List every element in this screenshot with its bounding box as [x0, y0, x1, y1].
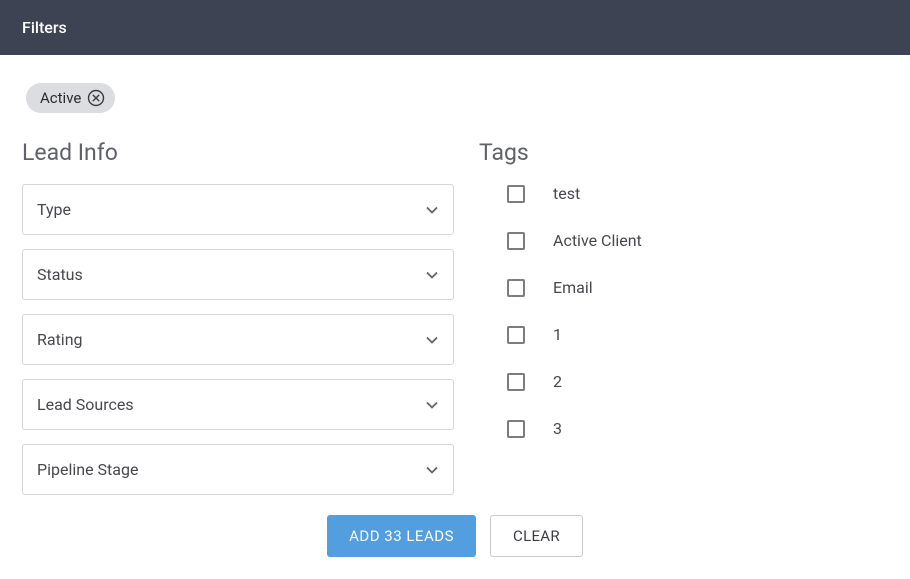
actions-bar: ADD 33 LEADS CLEAR: [22, 515, 888, 557]
tag-row-active-client: Active Client: [479, 231, 888, 250]
tag-label: 1: [553, 325, 562, 344]
dropdown-lead-sources[interactable]: Lead Sources: [22, 379, 454, 430]
clear-button[interactable]: CLEAR: [490, 515, 583, 557]
filter-chip-active[interactable]: Active: [26, 83, 115, 113]
dropdown-type[interactable]: Type: [22, 184, 454, 235]
tag-label: Email: [553, 278, 593, 297]
header-title: Filters: [22, 18, 67, 37]
tag-label: 2: [553, 372, 562, 391]
tag-label: 3: [553, 419, 562, 438]
tag-label: Active Client: [553, 231, 642, 250]
tag-row-3: 3: [479, 419, 888, 438]
content-area: Active Lead Info Type Status: [0, 55, 910, 579]
tags-title: Tags: [479, 139, 888, 166]
lead-info-column: Lead Info Type Status Rating: [22, 139, 454, 509]
checkbox[interactable]: [507, 232, 525, 250]
tags-column: Tags test Active Client Email 1 2: [474, 139, 888, 509]
checkbox[interactable]: [507, 279, 525, 297]
chevron-down-icon: [425, 268, 439, 282]
dropdown-label: Rating: [37, 330, 83, 349]
dropdown-label: Pipeline Stage: [37, 460, 138, 479]
chips-container: Active: [26, 83, 888, 113]
checkbox[interactable]: [507, 420, 525, 438]
tag-row-test: test: [479, 184, 888, 203]
dropdown-label: Type: [37, 200, 71, 219]
checkbox[interactable]: [507, 326, 525, 344]
tag-row-email: Email: [479, 278, 888, 297]
chip-label: Active: [40, 89, 81, 107]
dropdown-label: Status: [37, 265, 83, 284]
checkbox[interactable]: [507, 373, 525, 391]
dropdown-rating[interactable]: Rating: [22, 314, 454, 365]
chevron-down-icon: [425, 333, 439, 347]
close-circle-icon[interactable]: [87, 89, 105, 107]
dropdown-pipeline-stage[interactable]: Pipeline Stage: [22, 444, 454, 495]
tag-row-1: 1: [479, 325, 888, 344]
chevron-down-icon: [425, 203, 439, 217]
tag-label: test: [553, 184, 580, 203]
chevron-down-icon: [425, 398, 439, 412]
header-bar: Filters: [0, 0, 910, 55]
dropdown-label: Lead Sources: [37, 395, 134, 414]
columns: Lead Info Type Status Rating: [22, 139, 888, 509]
dropdown-status[interactable]: Status: [22, 249, 454, 300]
add-leads-button[interactable]: ADD 33 LEADS: [327, 515, 476, 557]
lead-info-title: Lead Info: [22, 139, 454, 166]
tag-row-2: 2: [479, 372, 888, 391]
chevron-down-icon: [425, 463, 439, 477]
checkbox[interactable]: [507, 185, 525, 203]
